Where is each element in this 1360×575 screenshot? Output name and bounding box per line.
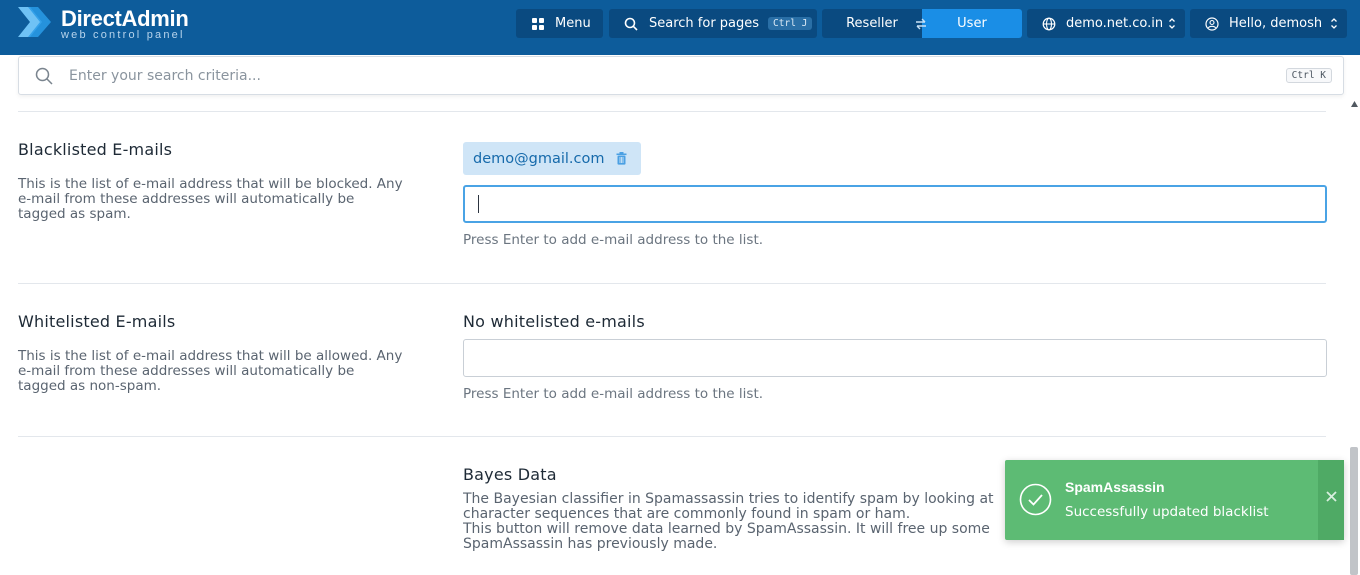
global-search-input[interactable] (69, 65, 1269, 87)
bayes-title: Bayes Data (463, 465, 557, 484)
whitelist-empty-label: No whitelisted e-mails (463, 312, 645, 331)
whitelist-email-input[interactable] (464, 340, 1326, 376)
blacklist-title: Blacklisted E-mails (18, 140, 173, 159)
logo-chevron-icon (18, 7, 51, 37)
directadmin-logo[interactable]: DirectAdmin web control panel (16, 3, 206, 43)
role-user-option[interactable]: User (922, 9, 1022, 38)
grid-icon (532, 17, 544, 30)
domain-label: demo.net.co.in (1066, 16, 1164, 31)
whitelist-description-line: e-mail from these addresses will automat… (18, 363, 355, 379)
scrollbar-thumb[interactable] (1350, 447, 1358, 575)
whitelist-description-line: tagged as non-spam. (18, 378, 162, 394)
blacklist-email-input[interactable] (465, 187, 1325, 221)
brand-subtitle: web control panel (61, 29, 185, 41)
global-search-bar: Ctrl K (18, 56, 1344, 95)
blacklist-hint: Press Enter to add e-mail address to the… (463, 232, 764, 248)
toast-message: Successfully updated blacklist (1065, 504, 1269, 520)
close-icon[interactable] (1326, 491, 1337, 502)
role-switcher[interactable]: Reseller User (822, 9, 1022, 38)
blacklist-entry-email: demo@gmail.com (473, 150, 605, 167)
blacklist-description: This is the list of e-mail address that … (18, 177, 403, 222)
blacklist-entry-chip: demo@gmail.com (463, 142, 641, 175)
top-navigation-bar: DirectAdmin web control panel Menu Searc… (0, 0, 1360, 55)
success-toast: SpamAssassin Successfully updated blackl… (1005, 460, 1344, 540)
check-circle-icon (1019, 483, 1052, 516)
global-search-shortcut: Ctrl K (1285, 68, 1332, 83)
chevron-updown-icon (1169, 18, 1175, 29)
blacklist-description-line: e-mail from these addresses will automat… (18, 191, 355, 207)
section-divider (18, 283, 1326, 284)
section-divider (18, 111, 1326, 112)
section-divider (18, 436, 1326, 437)
whitelist-description: This is the list of e-mail address that … (18, 349, 402, 394)
whitelist-email-field[interactable] (463, 339, 1327, 377)
blacklist-email-field[interactable] (463, 185, 1327, 223)
domain-selector[interactable]: demo.net.co.in (1027, 9, 1185, 38)
whitelist-description-line: This is the list of e-mail address that … (18, 348, 403, 364)
role-reseller-option[interactable]: Reseller (822, 9, 922, 38)
blacklist-description-line: This is the list of e-mail address that … (18, 176, 403, 192)
user-account-menu[interactable]: Hello, demosh (1190, 9, 1347, 38)
search-icon (35, 67, 53, 85)
blacklist-description-line: tagged as spam. (18, 206, 131, 222)
user-avatar-icon (1205, 16, 1219, 31)
user-greeting: Hello, demosh (1229, 16, 1323, 31)
search-icon (624, 17, 638, 31)
toast-title: SpamAssassin (1065, 479, 1165, 495)
menu-button[interactable]: Menu (516, 9, 603, 38)
trash-icon[interactable] (616, 152, 627, 165)
search-pages-button[interactable]: Search for pages Ctrl J (609, 9, 817, 38)
globe-icon (1042, 17, 1056, 30)
text-cursor (478, 195, 479, 213)
chevron-updown-icon (1331, 18, 1337, 29)
scroll-up-arrow-icon[interactable] (1351, 101, 1358, 107)
search-pages-shortcut: Ctrl J (768, 17, 813, 30)
whitelist-title: Whitelisted E-mails (18, 312, 176, 331)
swap-arrows-icon (916, 18, 926, 30)
search-pages-label: Search for pages (649, 16, 760, 31)
menu-label: Menu (555, 16, 591, 31)
whitelist-hint: Press Enter to add e-mail address to the… (463, 386, 764, 402)
